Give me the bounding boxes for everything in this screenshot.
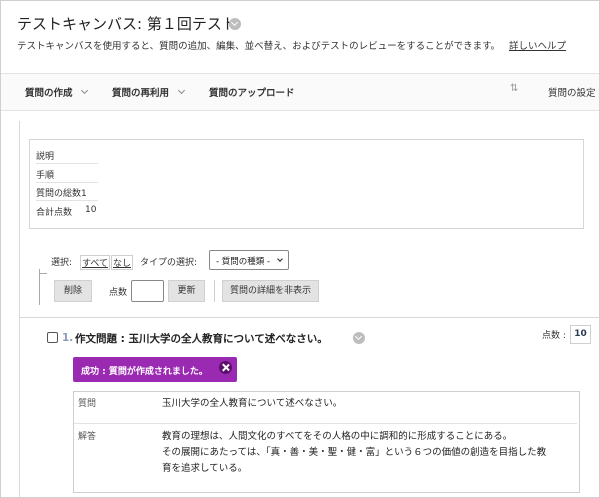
content-left-rule bbox=[19, 121, 20, 497]
question-points-label: 点数 : bbox=[542, 331, 566, 341]
question-settings-button[interactable]: 質問の設定 bbox=[548, 85, 596, 99]
upload-questions-button[interactable]: 質問のアップロード bbox=[209, 85, 295, 99]
question-label: 質問 bbox=[78, 399, 97, 409]
select-all-link[interactable]: すべて bbox=[80, 255, 111, 270]
success-message: 成功 : 質問が作成されました。 bbox=[81, 367, 208, 377]
total-questions: 質問の総数1 bbox=[36, 189, 87, 199]
type-select-label: タイプの選択: bbox=[140, 258, 198, 268]
action-bracket bbox=[39, 269, 40, 305]
divider bbox=[36, 200, 98, 201]
question-number: 1. bbox=[62, 332, 74, 344]
instructions-label: 手順 bbox=[36, 171, 55, 181]
page-title: テストキャンバス: 第１回テスト bbox=[17, 15, 237, 33]
question-checkbox[interactable] bbox=[47, 332, 58, 343]
total-points-label: 合計点数 bbox=[36, 208, 73, 218]
help-link[interactable]: 詳しいヘルプ bbox=[509, 38, 566, 52]
question-type-select[interactable]: - 質問の種類 - bbox=[209, 250, 289, 270]
test-canvas-page: テストキャンバス: 第１回テスト テストキャンバスを使用すると、質問の追加、編集… bbox=[0, 0, 600, 498]
total-points-value: 10 bbox=[85, 205, 97, 215]
title-options-chevron-icon[interactable] bbox=[229, 18, 241, 30]
question-text: 玉川大学の全人教育について述べなさい。 bbox=[162, 398, 343, 409]
question-points-value[interactable]: 10 bbox=[570, 325, 591, 344]
answer-line: 教育の理想は、人間文化のすべてをその人格の中に調和的に形成することにある。 bbox=[162, 431, 513, 442]
divider bbox=[36, 182, 98, 183]
create-question-menu[interactable]: 質問の作成 bbox=[25, 85, 73, 99]
select-label: 選択: bbox=[51, 258, 73, 268]
update-button[interactable]: 更新 bbox=[168, 280, 205, 302]
sort-arrows-icon[interactable]: ⇅ bbox=[510, 83, 518, 94]
divider bbox=[19, 317, 599, 318]
answer-line: 育を追求している。 bbox=[162, 463, 248, 474]
points-input[interactable] bbox=[131, 280, 164, 302]
page-description: テストキャンバスを使用すると、質問の追加、編集、並べ替え、およびテストのレビュー… bbox=[17, 41, 501, 52]
reuse-question-menu[interactable]: 質問の再利用 bbox=[112, 85, 169, 99]
select-none-link[interactable]: なし bbox=[111, 255, 134, 270]
answer-line: その展開にあたっては、「真・善・美・聖・健・富」という６つの価値の創造を目指した… bbox=[162, 447, 547, 458]
delete-button[interactable]: 削除 bbox=[54, 280, 92, 302]
close-icon[interactable] bbox=[219, 361, 232, 374]
divider bbox=[36, 163, 98, 164]
divider bbox=[74, 423, 577, 424]
question-options-chevron-icon[interactable] bbox=[353, 332, 365, 344]
hide-details-button[interactable]: 質問の詳細を非表示 bbox=[222, 280, 319, 302]
test-info-box bbox=[29, 139, 584, 229]
action-bracket bbox=[39, 273, 47, 274]
divider bbox=[214, 280, 215, 302]
question-title: 作文問題 : 玉川大学の全人教育について述べなさい。 bbox=[75, 333, 328, 345]
answer-label: 解答 bbox=[78, 432, 97, 442]
description-label: 説明 bbox=[36, 152, 55, 162]
points-input-label: 点数 bbox=[109, 288, 128, 298]
